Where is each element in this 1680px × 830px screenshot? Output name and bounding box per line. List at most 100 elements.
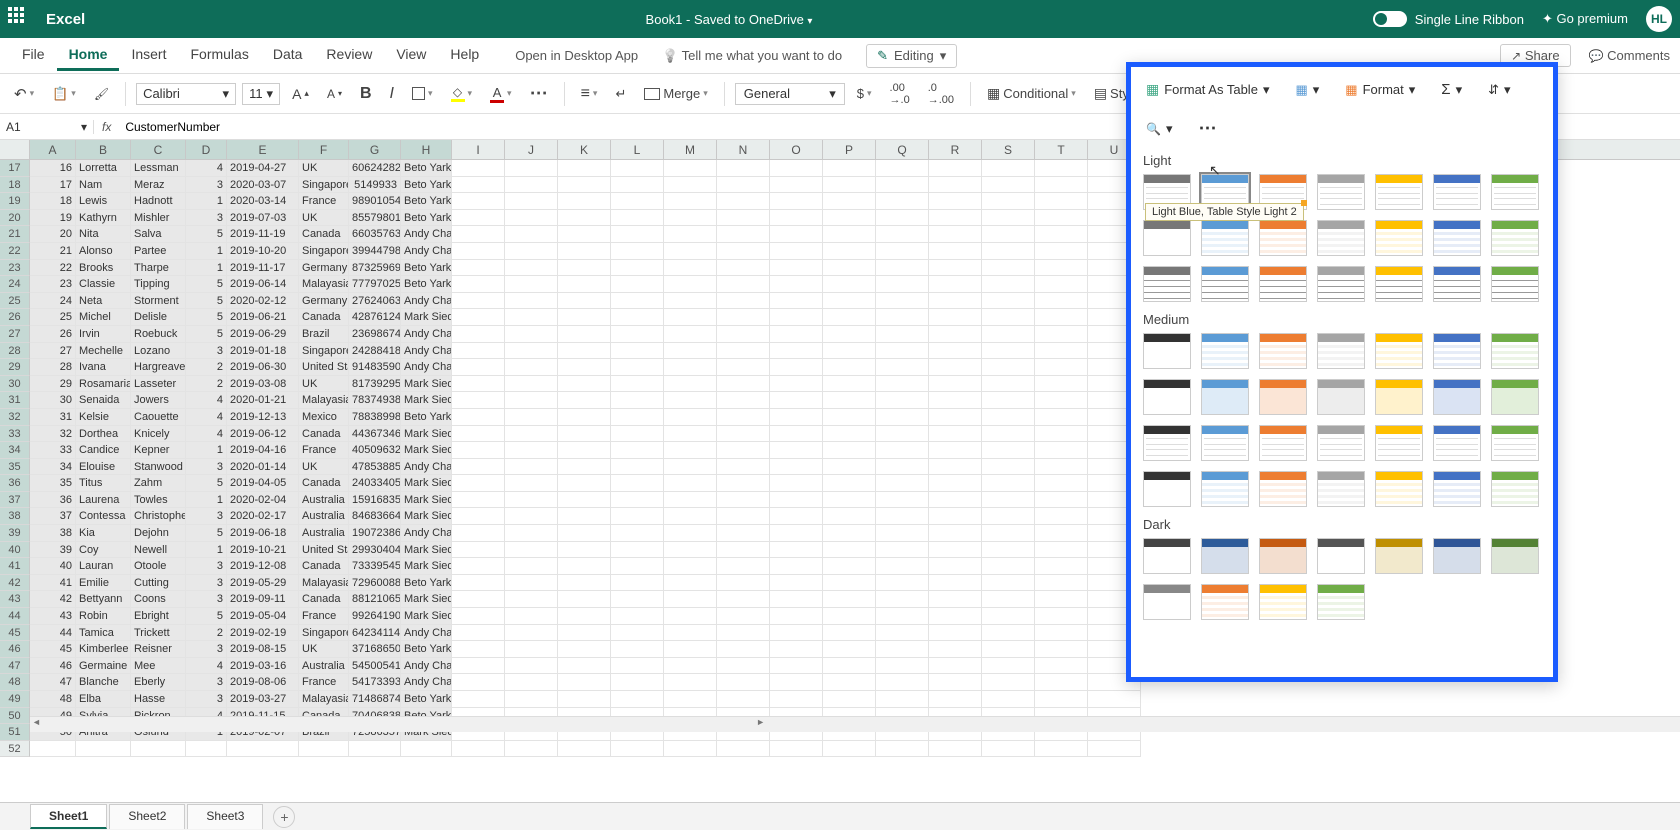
- cell[interactable]: 48: [30, 691, 76, 708]
- row-header[interactable]: 31: [0, 392, 30, 409]
- cell[interactable]: [929, 193, 982, 210]
- cell[interactable]: [611, 426, 664, 443]
- cell[interactable]: [1035, 558, 1088, 575]
- cell[interactable]: [401, 741, 452, 758]
- bold-button[interactable]: B: [354, 82, 378, 106]
- cell[interactable]: France: [299, 674, 349, 691]
- cell[interactable]: 2019-01-18: [227, 343, 299, 360]
- cell[interactable]: Roebuck: [131, 326, 186, 343]
- cell[interactable]: Mishler: [131, 210, 186, 227]
- cell[interactable]: [611, 376, 664, 393]
- cell[interactable]: [823, 210, 876, 227]
- app-launcher-icon[interactable]: [8, 7, 32, 31]
- cell[interactable]: [770, 558, 823, 575]
- cell[interactable]: 34: [30, 459, 76, 476]
- tab-data[interactable]: Data: [261, 40, 315, 71]
- cell[interactable]: Mark Siedling: [401, 508, 452, 525]
- cell[interactable]: Meraz: [131, 177, 186, 194]
- cell[interactable]: [558, 442, 611, 459]
- table-style-swatch[interactable]: [1317, 425, 1365, 461]
- cell[interactable]: UK: [299, 459, 349, 476]
- cell[interactable]: [770, 160, 823, 177]
- cell[interactable]: [982, 210, 1035, 227]
- fill-color-button[interactable]: ◇▾: [445, 82, 479, 105]
- cell[interactable]: 2019-03-27: [227, 691, 299, 708]
- cell[interactable]: [770, 210, 823, 227]
- cell[interactable]: [611, 525, 664, 542]
- cell[interactable]: [770, 591, 823, 608]
- cell[interactable]: 2019-06-21: [227, 309, 299, 326]
- cell[interactable]: 36: [30, 492, 76, 509]
- cell[interactable]: [186, 741, 227, 758]
- cell[interactable]: 91483590: [349, 359, 401, 376]
- row-header[interactable]: 44: [0, 608, 30, 625]
- cell[interactable]: [611, 492, 664, 509]
- table-style-swatch[interactable]: [1433, 471, 1481, 507]
- table-style-swatch[interactable]: [1375, 174, 1423, 210]
- cell[interactable]: 2019-08-06: [227, 674, 299, 691]
- cell[interactable]: [876, 193, 929, 210]
- cell[interactable]: Robin: [76, 608, 131, 625]
- cell[interactable]: [505, 226, 558, 243]
- cell[interactable]: Ebright: [131, 608, 186, 625]
- cell[interactable]: [611, 608, 664, 625]
- row-header[interactable]: 41: [0, 558, 30, 575]
- cell[interactable]: [823, 641, 876, 658]
- cell[interactable]: [1035, 492, 1088, 509]
- table-style-swatch[interactable]: [1201, 379, 1249, 415]
- cell[interactable]: [929, 210, 982, 227]
- cell[interactable]: [876, 376, 929, 393]
- cell[interactable]: [770, 260, 823, 277]
- cell[interactable]: [611, 508, 664, 525]
- cell[interactable]: [929, 625, 982, 642]
- row-header[interactable]: 24: [0, 276, 30, 293]
- cell[interactable]: [717, 293, 770, 310]
- row-header[interactable]: 23: [0, 260, 30, 277]
- cell[interactable]: [717, 459, 770, 476]
- cell[interactable]: Christophe: [131, 508, 186, 525]
- cell[interactable]: [876, 343, 929, 360]
- cell[interactable]: [929, 591, 982, 608]
- cell[interactable]: 46: [30, 658, 76, 675]
- table-style-swatch[interactable]: [1433, 538, 1481, 574]
- cell[interactable]: [611, 691, 664, 708]
- table-style-swatch[interactable]: [1259, 584, 1307, 620]
- cell[interactable]: Mechelle: [76, 343, 131, 360]
- cell[interactable]: 29930404: [349, 542, 401, 559]
- cell[interactable]: [505, 326, 558, 343]
- cell[interactable]: Germaine: [76, 658, 131, 675]
- cell[interactable]: [982, 608, 1035, 625]
- cell[interactable]: [823, 260, 876, 277]
- cell[interactable]: Malayasia: [299, 575, 349, 592]
- table-style-swatch[interactable]: [1375, 266, 1423, 302]
- cell[interactable]: [876, 508, 929, 525]
- table-style-swatch[interactable]: [1259, 266, 1307, 302]
- cell[interactable]: 32: [30, 426, 76, 443]
- row-header[interactable]: 29: [0, 359, 30, 376]
- cell[interactable]: [452, 276, 505, 293]
- cell[interactable]: 99264190: [349, 608, 401, 625]
- cell[interactable]: [611, 210, 664, 227]
- cell[interactable]: [876, 326, 929, 343]
- cell[interactable]: [505, 741, 558, 758]
- cell[interactable]: 44367346: [349, 426, 401, 443]
- cell[interactable]: [664, 542, 717, 559]
- cell[interactable]: [505, 309, 558, 326]
- cell[interactable]: Beto Yark: [401, 641, 452, 658]
- cell[interactable]: [349, 741, 401, 758]
- cell[interactable]: [558, 475, 611, 492]
- cell[interactable]: [611, 475, 664, 492]
- cell[interactable]: [452, 210, 505, 227]
- row-header[interactable]: 34: [0, 442, 30, 459]
- cell[interactable]: 84683664: [349, 508, 401, 525]
- cell[interactable]: [505, 525, 558, 542]
- cell[interactable]: [664, 508, 717, 525]
- cell[interactable]: Mark Siedling: [401, 542, 452, 559]
- row-header[interactable]: 17: [0, 160, 30, 177]
- cell[interactable]: 60624282: [349, 160, 401, 177]
- cell[interactable]: Germany: [299, 293, 349, 310]
- table-style-swatch[interactable]: [1143, 266, 1191, 302]
- tab-help[interactable]: Help: [438, 40, 491, 71]
- cell[interactable]: 27: [30, 343, 76, 360]
- cell[interactable]: 54500541: [349, 658, 401, 675]
